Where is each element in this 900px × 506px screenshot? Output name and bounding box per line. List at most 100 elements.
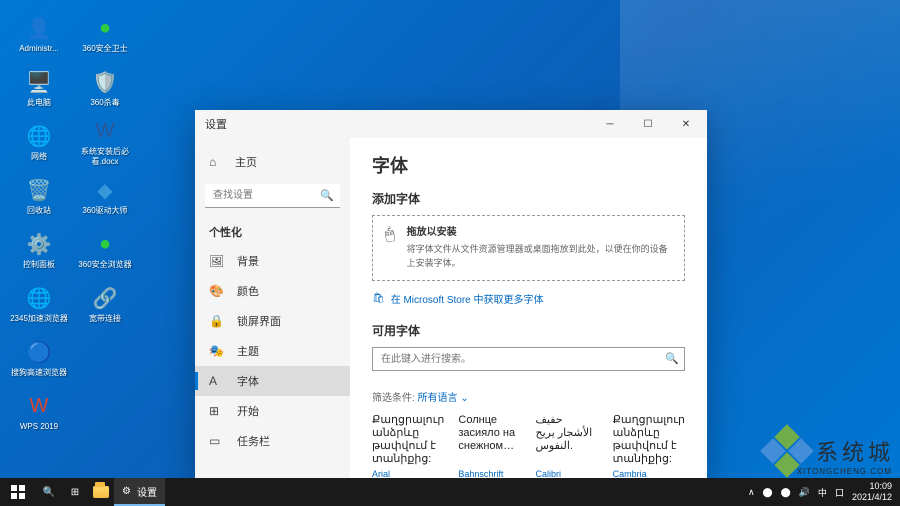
font-card[interactable]: حفيف الأشجار يريح النفوس.Calibri6 种字体 — [536, 414, 599, 482]
taskbar: 🔍 ⊞ ⚙ 设置 ∧ ⬤ ⬤ 🔊 中 口 10:09 2021/4/12 — [0, 478, 900, 506]
nav-icon: 🔒 — [209, 314, 223, 328]
sidebar-item-锁屏界面[interactable]: 🔒 锁屏界面 — [195, 306, 350, 336]
taskbar-search[interactable]: 🔍 — [36, 478, 62, 506]
icon-label: 宽带连接 — [74, 314, 136, 324]
sidebar-item-任务栏[interactable]: ▭ 任务栏 — [195, 426, 350, 456]
app-icon: 🌐 — [25, 285, 53, 313]
search-icon: 🔍 — [665, 352, 679, 365]
watermark-url: XITONGCHENG.COM — [797, 467, 892, 476]
sidebar-item-背景[interactable]: 🖼背景 — [195, 246, 350, 276]
nav-icon: ⊞ — [209, 404, 223, 418]
filter-label: 筛选条件: — [372, 393, 415, 404]
window-title: 设置 — [205, 116, 227, 132]
store-icon: 🛍 — [372, 293, 385, 304]
start-button[interactable] — [0, 478, 36, 506]
font-card[interactable]: Քաղցրալուր անձրևը թափվում է տանիքից:Camb… — [613, 414, 685, 482]
font-card[interactable]: Солнце засияло на снежном…Bahnschrift15 … — [458, 414, 521, 482]
taskbar-app-settings[interactable]: ⚙ 设置 — [114, 478, 165, 506]
page-title: 字体 — [372, 152, 685, 178]
close-button[interactable]: ✕ — [667, 110, 705, 138]
drop-title: 拖放以安装 — [407, 226, 672, 240]
task-view-button[interactable]: ⊞ — [62, 478, 88, 506]
desktop-icons: 👤Administr...🖥️此电脑🌐网络🗑️回收站⚙️控制面板🌐2345加速浏… — [8, 8, 136, 438]
nav-label: 颜色 — [237, 283, 259, 299]
app-icon: 🔗 — [91, 285, 119, 313]
desktop-icon[interactable]: W系统安装后必看.docx — [74, 116, 136, 168]
store-link[interactable]: 🛍 在 Microsoft Store 中获取更多字体 — [372, 291, 685, 306]
icon-label: 360驱动大师 — [74, 206, 136, 216]
desktop-icon[interactable]: ●360安全卫士 — [74, 8, 136, 60]
nav-label: 锁屏界面 — [237, 313, 281, 329]
app-icon: ● — [91, 15, 119, 43]
desktop-icon[interactable]: 🛡️360杀毒 — [74, 62, 136, 114]
nav-label: 字体 — [237, 373, 259, 389]
nav-label: 任务栏 — [237, 433, 270, 449]
tray-item[interactable]: ⬤ — [781, 487, 791, 498]
ime-indicator[interactable]: 中 — [818, 486, 827, 499]
icon-label: WPS 2019 — [8, 422, 70, 432]
taskbar-clock[interactable]: 10:09 2021/4/12 — [852, 481, 892, 503]
notifications-icon[interactable]: 口 — [835, 486, 844, 499]
desktop-icon[interactable]: ◆360驱动大师 — [74, 170, 136, 222]
nav-icon: ▭ — [209, 434, 223, 448]
filter-row: 筛选条件: 所有语言 ⌄ — [372, 389, 685, 404]
taskbar-explorer[interactable] — [88, 478, 114, 506]
sidebar-item-开始[interactable]: ⊞开始 — [195, 396, 350, 426]
desktop-icon[interactable]: 🗑️回收站 — [8, 170, 70, 222]
sidebar: ⌂ 主页 🔍 个性化 🖼背景🎨颜色🔒锁屏界面🎭主题A字体⊞开始▭任务栏 — [195, 138, 350, 482]
sidebar-home[interactable]: ⌂ 主页 — [195, 148, 350, 176]
sidebar-item-主题[interactable]: 🎭 主题 — [195, 336, 350, 366]
app-icon: 🛡️ — [91, 69, 119, 97]
icon-label: 控制面板 — [8, 260, 70, 270]
volume-icon[interactable]: 🔊 — [799, 487, 810, 498]
desktop-icon[interactable]: 🖥️此电脑 — [8, 62, 70, 114]
add-font-heading: 添加字体 — [372, 190, 685, 207]
minimize-button[interactable]: ─ — [591, 110, 629, 138]
icon-label: 网络 — [8, 152, 70, 162]
font-preview: Солнце засияло на снежном… — [458, 414, 521, 466]
available-fonts-heading: 可用字体 — [372, 322, 685, 339]
app-icon: W — [91, 118, 119, 146]
icon-label: 此电脑 — [8, 98, 70, 108]
taskbar-app-label: 设置 — [137, 484, 157, 499]
home-label: 主页 — [235, 154, 257, 170]
desktop-icon[interactable]: 🔗宽带连接 — [74, 278, 136, 330]
app-icon: 🖥️ — [25, 69, 53, 97]
desktop-icon[interactable]: 👤Administr... — [8, 8, 70, 60]
nav-icon: A — [209, 374, 223, 388]
gear-icon: ⚙ — [122, 486, 131, 497]
tray-item[interactable]: ⬤ — [763, 487, 773, 498]
font-preview: Քաղցրալուր անձրևը թափվում է տանիքից: — [613, 414, 685, 466]
desktop-icon[interactable]: ⚙️控制面板 — [8, 224, 70, 276]
icon-label: 360杀毒 — [74, 98, 136, 108]
font-drop-zone[interactable]: 🖱 拖放以安装 将字体文件从文件资源管理器或桌面拖放到此处，以便在你的设备上安装… — [372, 215, 685, 281]
desktop-icon[interactable]: ●360安全浏览器 — [74, 224, 136, 276]
system-tray: ∧ ⬤ ⬤ 🔊 中 口 10:09 2021/4/12 — [740, 481, 900, 503]
icon-label: 搜狗高速浏览器 — [8, 368, 70, 378]
font-search-input[interactable] — [372, 347, 685, 371]
search-icon: 🔍 — [320, 189, 334, 202]
font-card[interactable]: Քաղցրալուր անձրևը թափվում է տանիքից:Aria… — [372, 414, 444, 482]
icon-label: 2345加速浏览器 — [8, 314, 70, 324]
maximize-button[interactable]: ☐ — [629, 110, 667, 138]
content-area: 字体 添加字体 🖱 拖放以安装 将字体文件从文件资源管理器或桌面拖放到此处，以便… — [350, 138, 707, 482]
filter-value-dropdown[interactable]: 所有语言 ⌄ — [418, 393, 469, 404]
app-icon: W — [25, 393, 53, 421]
desktop-icon[interactable]: 🔵搜狗高速浏览器 — [8, 332, 70, 384]
sidebar-item-字体[interactable]: A 字体 — [195, 366, 350, 396]
font-grid: Քաղցրալուր անձրևը թափվում է տանիքից:Aria… — [372, 414, 685, 482]
desktop-icon[interactable]: WWPS 2019 — [8, 386, 70, 438]
nav-icon: 🎨 — [209, 284, 223, 298]
desktop-icon[interactable]: 🌐2345加速浏览器 — [8, 278, 70, 330]
drag-icon: 🖱 — [384, 225, 397, 244]
nav-label: 背景 — [237, 253, 259, 269]
icon-label: 回收站 — [8, 206, 70, 216]
nav-label: 主题 — [237, 343, 259, 359]
desktop-icon[interactable]: 🌐网络 — [8, 116, 70, 168]
app-icon: ◆ — [91, 177, 119, 205]
app-icon: 🗑️ — [25, 177, 53, 205]
tray-overflow[interactable]: ∧ — [748, 487, 755, 498]
icon-label: 360安全卫士 — [74, 44, 136, 54]
nav-icon: 🎭 — [209, 344, 223, 358]
sidebar-item-颜色[interactable]: 🎨 颜色 — [195, 276, 350, 306]
